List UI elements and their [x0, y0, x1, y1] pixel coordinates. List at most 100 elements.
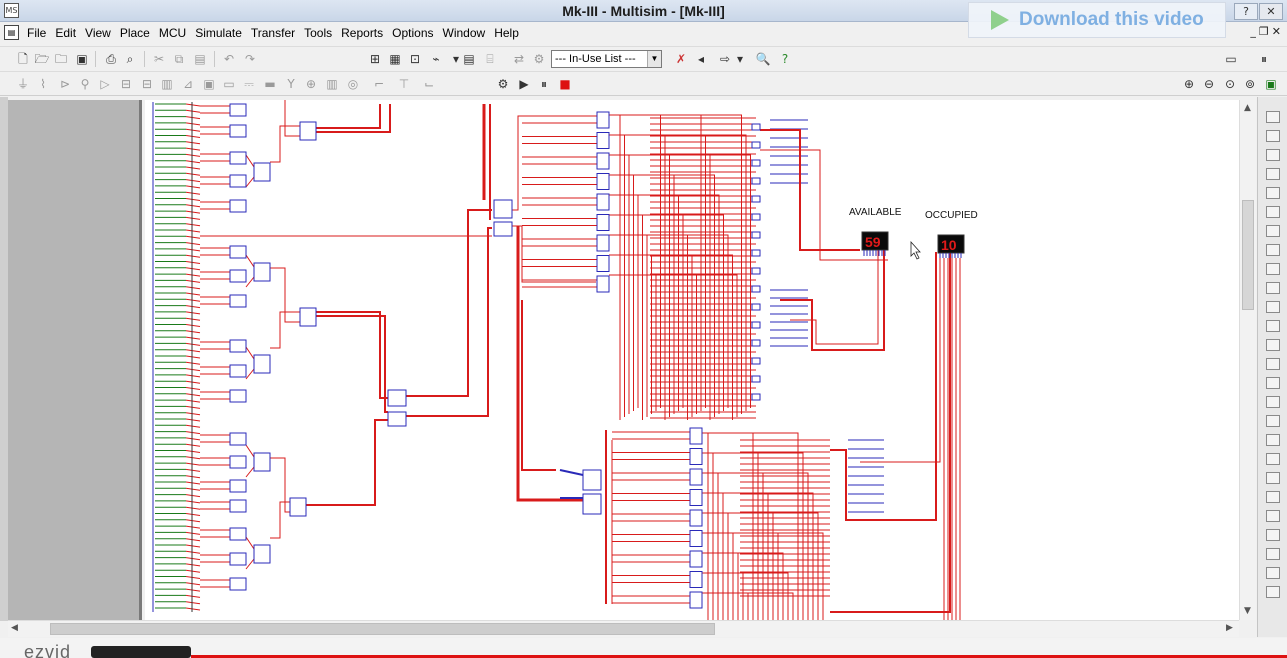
scroll-down-icon[interactable]: ▼	[1244, 606, 1251, 616]
logic-gate[interactable]	[751, 357, 761, 365]
logic-gate[interactable]	[689, 509, 703, 527]
diode-icon[interactable]: ⊳	[56, 75, 74, 93]
view-toggle-icon[interactable]: ▭	[1217, 50, 1245, 68]
logic-gate[interactable]	[229, 479, 247, 493]
logic-gate[interactable]	[751, 123, 761, 131]
basic-icon[interactable]: ⌇	[34, 75, 52, 93]
logic-gate[interactable]	[253, 544, 271, 564]
logic-gate[interactable]	[751, 267, 761, 275]
print-preview-icon[interactable]: ⌕	[121, 50, 139, 68]
schematic-canvas[interactable]: AVAILABLE OCCUPIED 59 10	[145, 100, 1239, 620]
instrument-icon[interactable]	[1266, 396, 1280, 408]
pause-icon[interactable]: ⏸	[535, 75, 553, 93]
interactive-simulation-icon[interactable]: ⚙	[494, 75, 512, 93]
logic-gate[interactable]	[596, 234, 610, 252]
power-icon[interactable]: ▭	[220, 75, 238, 93]
logic-gate[interactable]	[596, 275, 610, 293]
vertical-scroll-thumb[interactable]	[1242, 200, 1254, 310]
logic-gate[interactable]	[751, 159, 761, 167]
logic-gate[interactable]	[596, 173, 610, 190]
logic-gate[interactable]	[596, 255, 610, 272]
logic-gate[interactable]	[229, 364, 247, 378]
instrument-icon[interactable]	[1266, 111, 1280, 123]
component-wizard-icon[interactable]: ⇄	[510, 50, 528, 68]
menu-help[interactable]: Help	[491, 25, 525, 41]
open-sample-icon[interactable]: 🗀	[52, 50, 70, 68]
instrument-icon[interactable]	[1266, 339, 1280, 351]
horizontal-scrollbar[interactable]: ◀ ▶	[8, 620, 1239, 637]
logic-gate[interactable]	[253, 262, 271, 282]
instrument-icon[interactable]	[1266, 548, 1280, 560]
logic-gate[interactable]	[229, 499, 247, 513]
logic-gate[interactable]	[229, 294, 247, 308]
logic-gate[interactable]	[689, 550, 703, 568]
logic-gate[interactable]	[229, 432, 247, 446]
instrument-icon[interactable]	[1266, 282, 1280, 294]
logic-gate[interactable]	[493, 199, 513, 219]
logic-gate[interactable]	[289, 497, 307, 517]
logic-gate[interactable]	[689, 448, 703, 465]
in-use-list-dropdown[interactable]: --- In-Use List --- ▼	[551, 50, 662, 68]
instrument-icon[interactable]	[1266, 510, 1280, 522]
logic-gate[interactable]	[751, 195, 761, 203]
logic-gate[interactable]	[689, 468, 703, 486]
dropdown-arrow-icon-2[interactable]: ▾	[731, 50, 749, 68]
zoom-area-icon[interactable]: ⊙	[1221, 75, 1239, 93]
instrument-icon[interactable]	[1266, 263, 1280, 275]
logic-gate[interactable]	[229, 339, 247, 353]
vertical-scrollbar[interactable]: ▲ ▼	[1239, 100, 1256, 620]
menu-simulate[interactable]: Simulate	[192, 25, 248, 41]
new-file-icon[interactable]: 🗋	[14, 50, 32, 68]
save-icon[interactable]: ▣	[73, 50, 91, 68]
ultiboard-icon[interactable]: ⚙	[530, 50, 548, 68]
zoom-in-icon[interactable]: ⊕	[1180, 75, 1198, 93]
logic-gate[interactable]	[253, 452, 271, 472]
logic-gate[interactable]	[229, 174, 247, 188]
advanced-peripherals-icon[interactable]: ▬	[261, 75, 279, 93]
menu-tools[interactable]: Tools	[301, 25, 338, 41]
menu-transfer[interactable]: Transfer	[248, 25, 301, 41]
misc-icon[interactable]: ⎓	[240, 75, 258, 93]
scroll-left-icon[interactable]: ◀	[11, 623, 18, 633]
logic-gate[interactable]	[229, 124, 247, 138]
redo-icon[interactable]: ↷	[241, 50, 259, 68]
logic-gate[interactable]	[229, 199, 247, 213]
mdi-restore-icon[interactable]: ❐	[1259, 25, 1269, 38]
paste-icon[interactable]: ▤	[191, 50, 209, 68]
full-screen-icon[interactable]: ⊞	[366, 50, 384, 68]
place-hierarchical-icon[interactable]: ◎	[344, 75, 362, 93]
mdi-minimize-icon[interactable]: _	[1250, 25, 1256, 38]
indicator-icon[interactable]: ▣	[200, 75, 218, 93]
instrument-icon[interactable]	[1266, 377, 1280, 389]
logic-gate[interactable]	[253, 354, 271, 374]
instrument-icon[interactable]	[1266, 472, 1280, 484]
back-annotate-icon[interactable]: ◂	[692, 50, 710, 68]
instrument-icon[interactable]	[1266, 130, 1280, 142]
scroll-up-icon[interactable]: ▲	[1244, 103, 1251, 113]
menu-options[interactable]: Options	[389, 25, 439, 41]
zoom-full-icon[interactable]: ▣	[1262, 75, 1280, 93]
minimize-button[interactable]: ?	[1234, 3, 1258, 20]
logic-gate[interactable]	[689, 427, 703, 445]
logic-gate[interactable]	[229, 527, 247, 541]
close-button[interactable]: ✕	[1259, 3, 1283, 20]
instrument-icon[interactable]	[1266, 206, 1280, 218]
instrument-icon[interactable]	[1266, 149, 1280, 161]
rf-icon[interactable]: Y	[282, 75, 300, 93]
logic-gate[interactable]	[751, 141, 761, 149]
logic-gate[interactable]	[229, 151, 247, 165]
instrument-icon[interactable]	[1266, 491, 1280, 503]
instrument-icon[interactable]	[1266, 415, 1280, 427]
undo-icon[interactable]: ↶	[220, 50, 238, 68]
mixed-icon[interactable]: ⊿	[179, 75, 197, 93]
instrument-icon[interactable]	[1266, 453, 1280, 465]
electromechanical-icon[interactable]: ⊕	[302, 75, 320, 93]
instrument-icon[interactable]	[1266, 301, 1280, 313]
video-player-controls[interactable]	[91, 646, 191, 658]
parent-sheet-icon[interactable]: ⊡	[406, 50, 424, 68]
schematic-drawing[interactable]: AVAILABLE OCCUPIED 59 10	[145, 100, 1239, 620]
grid-icon[interactable]: ▦	[386, 50, 404, 68]
logic-gate[interactable]	[387, 411, 407, 427]
source-icon[interactable]: ⏚	[14, 75, 32, 93]
instrument-icon[interactable]	[1266, 358, 1280, 370]
